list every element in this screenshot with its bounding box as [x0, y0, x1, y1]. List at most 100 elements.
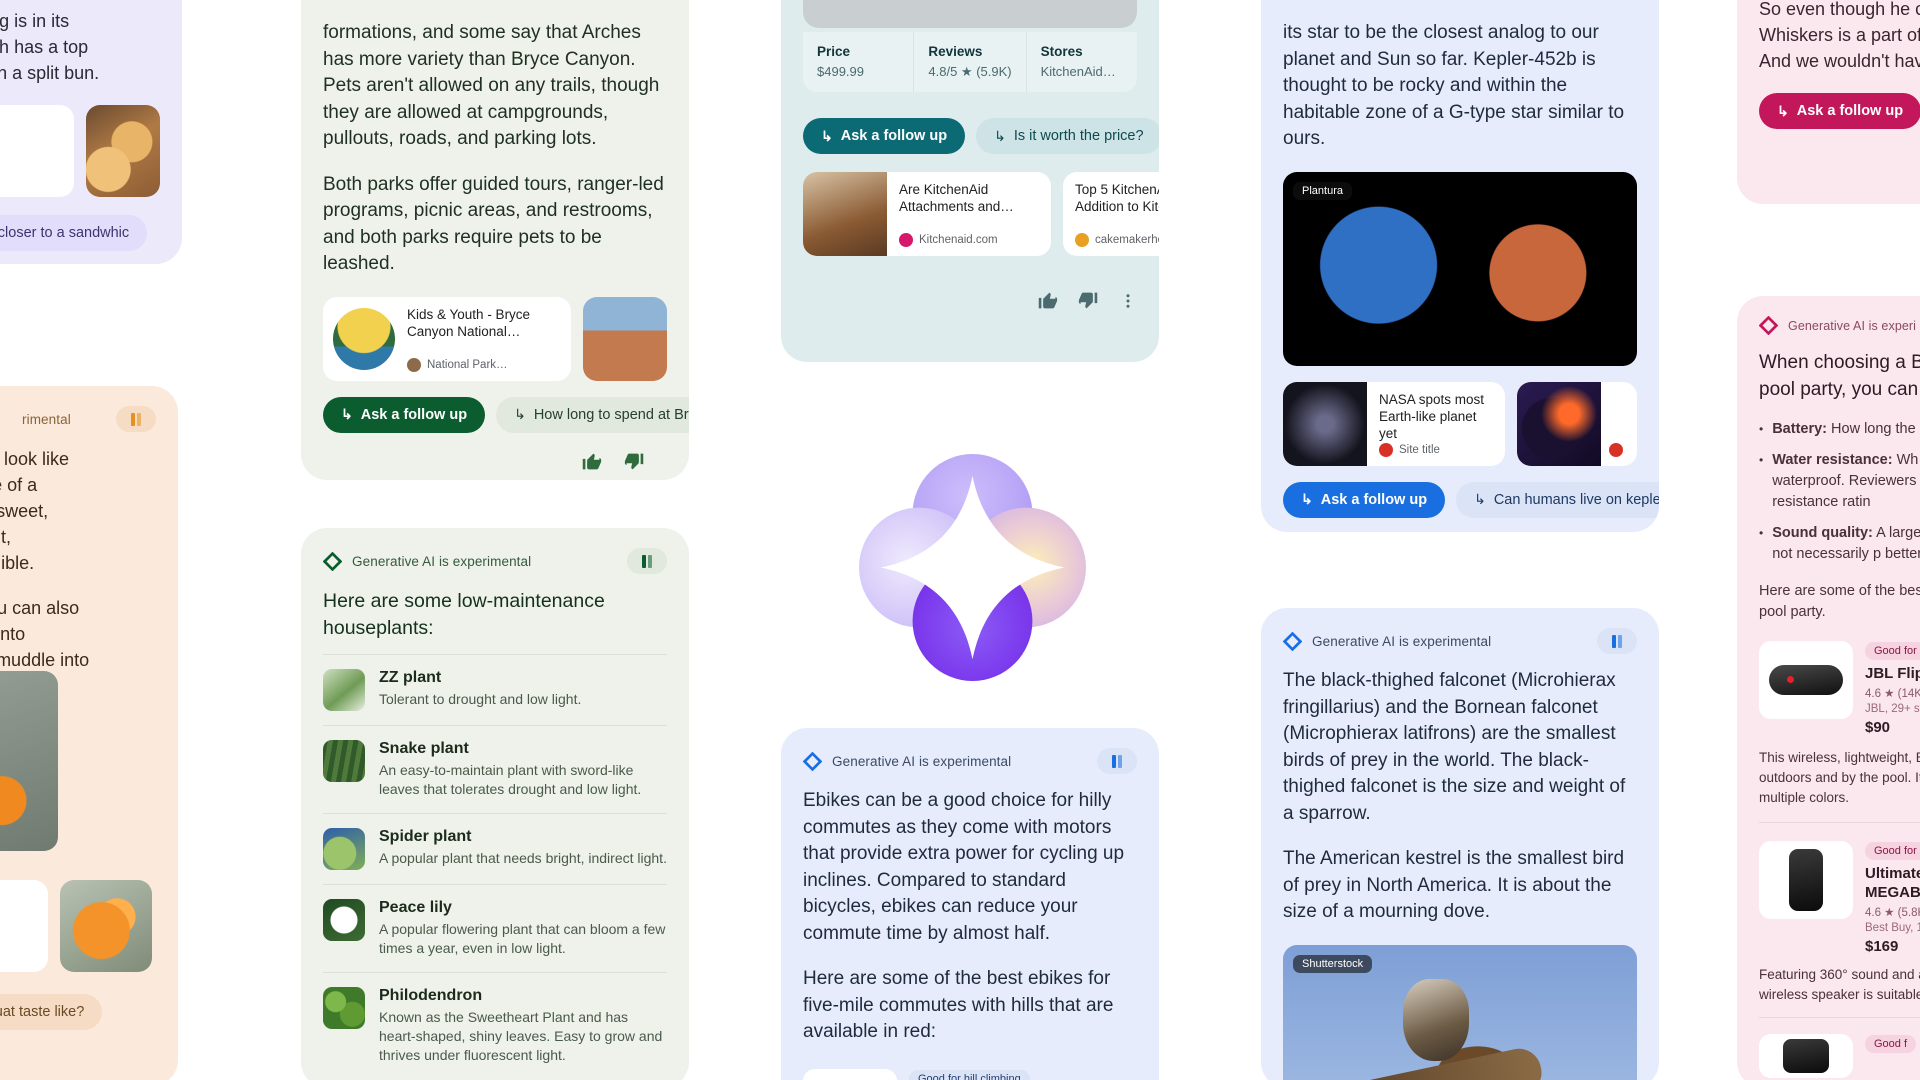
product-row[interactable]: Good for Ultimate MEGABO 4.6 ★ (5.8K) Be… — [1759, 837, 1920, 955]
link-card[interactable]: NASA spots most Earth-like planet yet Si… — [1283, 381, 1505, 466]
plant-thumbnail — [323, 828, 365, 870]
card-falconet[interactable]: Generative AI is experimental The black-… — [1261, 608, 1659, 1080]
list-item[interactable]: Peace lily A popular flowering plant tha… — [323, 884, 667, 972]
brand-dot — [1787, 676, 1794, 683]
chip-label: Can humans live on kepler-452b — [1493, 491, 1659, 508]
ask-follow-up-button[interactable]: ↳ Ask a follow up — [1283, 481, 1446, 518]
ask-follow-up-button[interactable]: ↳ Ask a follow up — [323, 396, 486, 433]
bullet-icon: • — [1759, 422, 1764, 436]
layout-toggle-button[interactable] — [1097, 748, 1137, 774]
falconet-hero-photo[interactable]: Shutterstock — [1283, 944, 1637, 1080]
falconet-paragraph-2: The American kestrel is the smallest bir… — [1283, 848, 1625, 922]
bryce-chip-row: ↳ Ask a follow up ↳ How long to spend at… — [323, 396, 689, 433]
chip-label: Is it worth the price? — [1013, 128, 1144, 144]
kumquat-hero-photo[interactable] — [0, 671, 58, 851]
kepler-link-row: NASA spots most Earth-like planet yet Si… — [1283, 381, 1637, 466]
bird-silhouette — [1403, 978, 1469, 1061]
product-row[interactable]: Good f — [1759, 1030, 1920, 1078]
link-card[interactable]: Kids & Youth - Bryce Canyon National… Na… — [323, 296, 571, 381]
kitchenaid-chip-row: ↳ Ask a follow up ↳ Is it worth the pric… — [803, 118, 1159, 154]
card-whiskers[interactable]: • With his silly antic So even though he… — [1737, 0, 1920, 204]
link-title: Are KitchenAid Attachments and… — [899, 182, 1014, 214]
bar — [642, 554, 646, 568]
bryce-paragraph-1: formations, and some say that Arches has… — [323, 22, 660, 149]
bryce-paragraph-2: Both parks offer guided tours, ranger-le… — [323, 173, 664, 275]
card-houseplants[interactable]: Generative AI is experimental Here are s… — [301, 528, 689, 1080]
bryce-photo[interactable] — [583, 296, 667, 381]
chip-suggestion[interactable]: ↳ How long to spend at Bryce Cany — [496, 396, 689, 433]
list-item[interactable]: Spider plant A popular plant that needs … — [323, 813, 667, 884]
favicon-icon — [1379, 442, 1393, 457]
chip-suggestion[interactable]: What does kumquat taste like? — [0, 994, 103, 1030]
list-item: • Sound quality: A large does not necess… — [1759, 523, 1920, 565]
layout-toggle-button[interactable] — [116, 406, 156, 432]
sparkle-gem-icon — [803, 751, 822, 771]
card-hotdog[interactable]: hat a hot dog is in its e a sandwich has… — [0, 0, 182, 264]
speaker-card-header: Generative AI is experi — [1759, 316, 1920, 335]
column-gutter — [689, 0, 781, 1080]
link-source — [1609, 442, 1629, 457]
card-bryce-canyon[interactable]: formations, and some say that Arches has… — [301, 0, 689, 480]
card-ebikes[interactable]: Generative AI is experimental Ebikes can… — [781, 728, 1159, 1080]
link-card[interactable]: kumquat Do You Eat… ome.com — [0, 880, 48, 972]
layout-toggle-button[interactable] — [627, 548, 667, 574]
link-title: Top 5 KitchenAi Addition to Kitc — [1075, 182, 1159, 214]
link-card[interactable]: we settle hot dog a… — [0, 105, 74, 197]
experimental-label: Generative AI is experimental — [832, 753, 1012, 769]
favicon-icon — [1609, 442, 1623, 457]
link-source-text: cakemakerhor — [1095, 234, 1159, 246]
link-card[interactable]: Top 5 KitchenAi Addition to Kitc cakemak… — [1063, 172, 1159, 256]
google-sge-sparkle-logo — [859, 454, 1086, 681]
speaker-heading: When choosing a Blu pool party, you can … — [1759, 352, 1920, 400]
link-card[interactable]: Are KitchenAid Attachments and… Kitchena… — [803, 172, 1051, 256]
kumquat-photo-2[interactable] — [60, 880, 152, 972]
ask-follow-up-button[interactable]: ↳ Ask a follow up — [803, 118, 966, 154]
layout-toggle-button[interactable] — [1597, 628, 1637, 654]
product-badge: Good for — [1865, 842, 1920, 860]
link-card[interactable] — [1517, 381, 1637, 466]
bullet-label: Battery: — [1772, 421, 1827, 437]
hotdog-chip-row: Is a hotdog closer to a sandwhic — [0, 215, 160, 251]
more-options-icon[interactable] — [1119, 292, 1137, 310]
plant-name: Spider plant — [379, 828, 472, 845]
hotdog-photo[interactable] — [86, 105, 160, 197]
link-thumbnail — [1283, 381, 1367, 466]
plant-name: Philodendron — [379, 987, 483, 1004]
bar — [131, 412, 135, 426]
ebike-product-row[interactable]: Good for hill climbing — [803, 1065, 1137, 1080]
thumb-down-icon[interactable] — [624, 451, 645, 472]
list-item[interactable]: Philodendron Known as the Sweetheart Pla… — [323, 972, 667, 1079]
thumb-up-icon[interactable] — [581, 451, 602, 472]
chip-label: Ask a follow up — [1796, 103, 1904, 119]
product-price: $169 — [1865, 938, 1899, 955]
list-item[interactable]: Snake plant An easy-to-maintain plant wi… — [323, 725, 667, 813]
chip-suggestion[interactable]: Is a hotdog closer to a sandwhic — [0, 215, 148, 251]
plant-name: Snake plant — [379, 740, 469, 757]
speaker-shape — [1789, 849, 1823, 911]
kepler-hero-photo[interactable]: Plantura — [1283, 171, 1637, 366]
falconet-card-header: Generative AI is experimental — [1283, 628, 1637, 654]
link-row: kumquat Do You Eat… ome.com — [0, 880, 178, 972]
chip-label: Ask a follow up — [840, 128, 948, 144]
link-source-text: Kitchenaid.com — [919, 234, 998, 246]
chip-suggestion[interactable]: ↳ Can humans live on kepler-452b — [1456, 481, 1659, 518]
chip-label: Ask a follow up — [1320, 491, 1428, 508]
thumb-down-icon[interactable] — [1078, 290, 1099, 311]
thumb-up-icon[interactable] — [1037, 290, 1058, 311]
kepler-chip-row: ↳ Ask a follow up ↳ Can humans live on k… — [1283, 481, 1659, 518]
product-description: This wireless, lightweight, Blu outdoors… — [1759, 748, 1920, 823]
product-price: $90 — [1865, 719, 1891, 736]
hotdog-link-row: we settle hot dog a… — [0, 105, 160, 197]
kitchenaid-hero-photo[interactable] — [803, 0, 1137, 28]
kumquat-chip-row: What does kumquat taste like? — [0, 994, 178, 1046]
spec-cell-stores: Stores KitchenAid… — [1027, 32, 1137, 92]
product-row[interactable]: Good for JBL Flip 5 4.6 ★ (14K) JBL, 29+… — [1759, 637, 1920, 736]
chip-suggestion[interactable]: ↳ Is it worth the price? — [976, 118, 1159, 154]
list-item[interactable]: ZZ plant Tolerant to drought and low lig… — [323, 654, 667, 725]
card-kepler[interactable]: its star to be the closest analog to our… — [1261, 0, 1659, 532]
card-kitchenaid[interactable]: Price $499.99 Reviews 4.8/5 ★ (5.9K) Sto… — [781, 0, 1159, 362]
product-name: Ultimate MEGABO — [1865, 865, 1920, 901]
ask-follow-up-button[interactable]: ↳ Ask a follow up — [1759, 93, 1920, 129]
chip-label: How long to spend at Bryce Cany — [533, 406, 689, 423]
card-bluetooth-speaker[interactable]: Generative AI is experi When choosing a … — [1737, 296, 1920, 1080]
